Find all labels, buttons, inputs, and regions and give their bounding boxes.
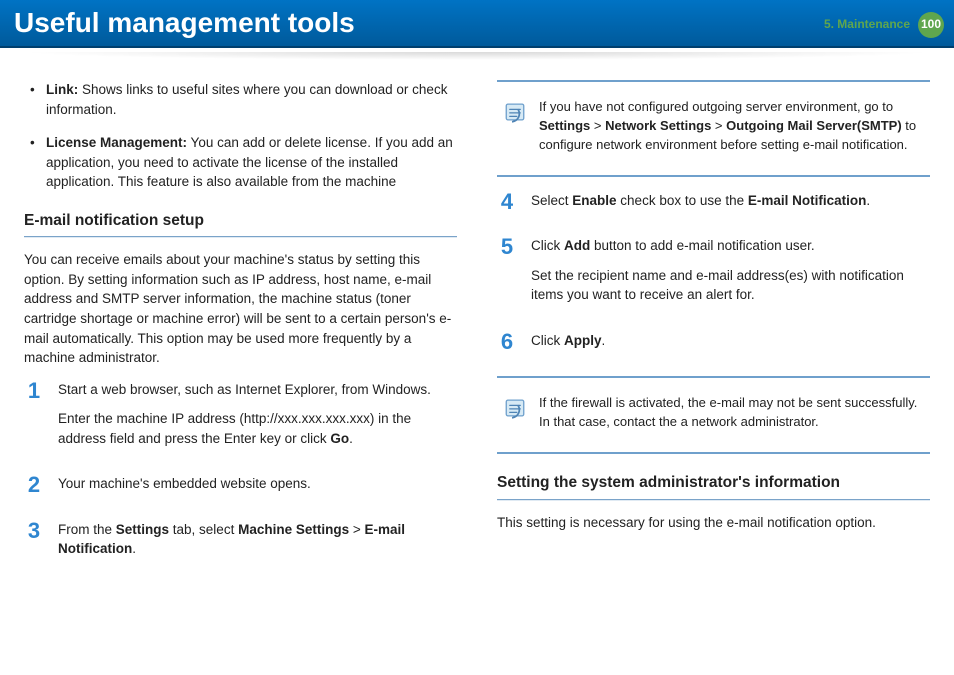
step-1: 1 Start a web browser, such as Internet …	[24, 380, 457, 459]
step-number: 4	[497, 191, 517, 221]
section-rule	[24, 236, 457, 238]
steps-left: 1 Start a web browser, such as Internet …	[24, 380, 457, 569]
bullet-term: Link:	[46, 82, 78, 97]
page-header: Useful management tools 5. Maintenance 1…	[0, 0, 954, 48]
left-column: Link: Shows links to useful sites where …	[24, 80, 457, 585]
note-text: If the firewall is activated, the e-mail…	[539, 394, 926, 432]
step-2: 2 Your machine's embedded website opens.	[24, 474, 457, 504]
header-shadow	[20, 52, 934, 60]
step-body: Select Enable check box to use the E-mai…	[531, 191, 930, 221]
note-icon	[501, 98, 529, 126]
bullet-list: Link: Shows links to useful sites where …	[24, 80, 457, 192]
step-body: Click Apply.	[531, 331, 930, 361]
step-body: Click Add button to add e-mail notificat…	[531, 236, 930, 315]
header-right: 5. Maintenance 100	[824, 12, 944, 38]
page-number-badge: 100	[918, 12, 944, 38]
step-text: Select Enable check box to use the E-mai…	[531, 191, 930, 211]
step-text: Start a web browser, such as Internet Ex…	[58, 380, 457, 400]
content-columns: Link: Shows links to useful sites where …	[0, 60, 954, 585]
section-body-text: This setting is necessary for using the …	[497, 513, 930, 533]
step-number: 2	[24, 474, 44, 504]
step-4: 4 Select Enable check box to use the E-m…	[497, 191, 930, 221]
bullet-item-license: License Management: You can add or delet…	[28, 133, 457, 192]
step-text: Click Add button to add e-mail notificat…	[531, 236, 930, 256]
step-text: Enter the machine IP address (http://xxx…	[58, 409, 457, 448]
page-title: Useful management tools	[14, 3, 355, 44]
step-number: 5	[497, 236, 517, 315]
section-heading-email-setup: E-mail notification setup	[24, 210, 457, 236]
step-5: 5 Click Add button to add e-mail notific…	[497, 236, 930, 315]
section-rule	[497, 499, 930, 501]
step-text: Your machine's embedded website opens.	[58, 474, 457, 494]
step-number: 6	[497, 331, 517, 361]
note-icon	[501, 394, 529, 422]
section-body-text: You can receive emails about your machin…	[24, 250, 457, 367]
step-text: From the Settings tab, select Machine Se…	[58, 520, 457, 559]
step-6: 6 Click Apply.	[497, 331, 930, 361]
step-text: Set the recipient name and e-mail addres…	[531, 266, 930, 305]
steps-right: 4 Select Enable check box to use the E-m…	[497, 191, 930, 361]
step-number: 1	[24, 380, 44, 459]
note-block-2: If the firewall is activated, the e-mail…	[497, 376, 930, 454]
step-3: 3 From the Settings tab, select Machine …	[24, 520, 457, 569]
note-block-1: If you have not configured outgoing serv…	[497, 80, 930, 177]
bullet-term: License Management:	[46, 135, 187, 150]
step-body: Your machine's embedded website opens.	[58, 474, 457, 504]
step-body: From the Settings tab, select Machine Se…	[58, 520, 457, 569]
section-heading-admin-info: Setting the system administrator's infor…	[497, 472, 930, 498]
bullet-item-link: Link: Shows links to useful sites where …	[28, 80, 457, 119]
step-number: 3	[24, 520, 44, 569]
note-text: If you have not configured outgoing serv…	[539, 98, 926, 155]
right-column: If you have not configured outgoing serv…	[497, 80, 930, 585]
step-body: Start a web browser, such as Internet Ex…	[58, 380, 457, 459]
step-text: Click Apply.	[531, 331, 930, 351]
chapter-label: 5. Maintenance	[824, 16, 910, 33]
bullet-desc: Shows links to useful sites where you ca…	[46, 82, 447, 117]
